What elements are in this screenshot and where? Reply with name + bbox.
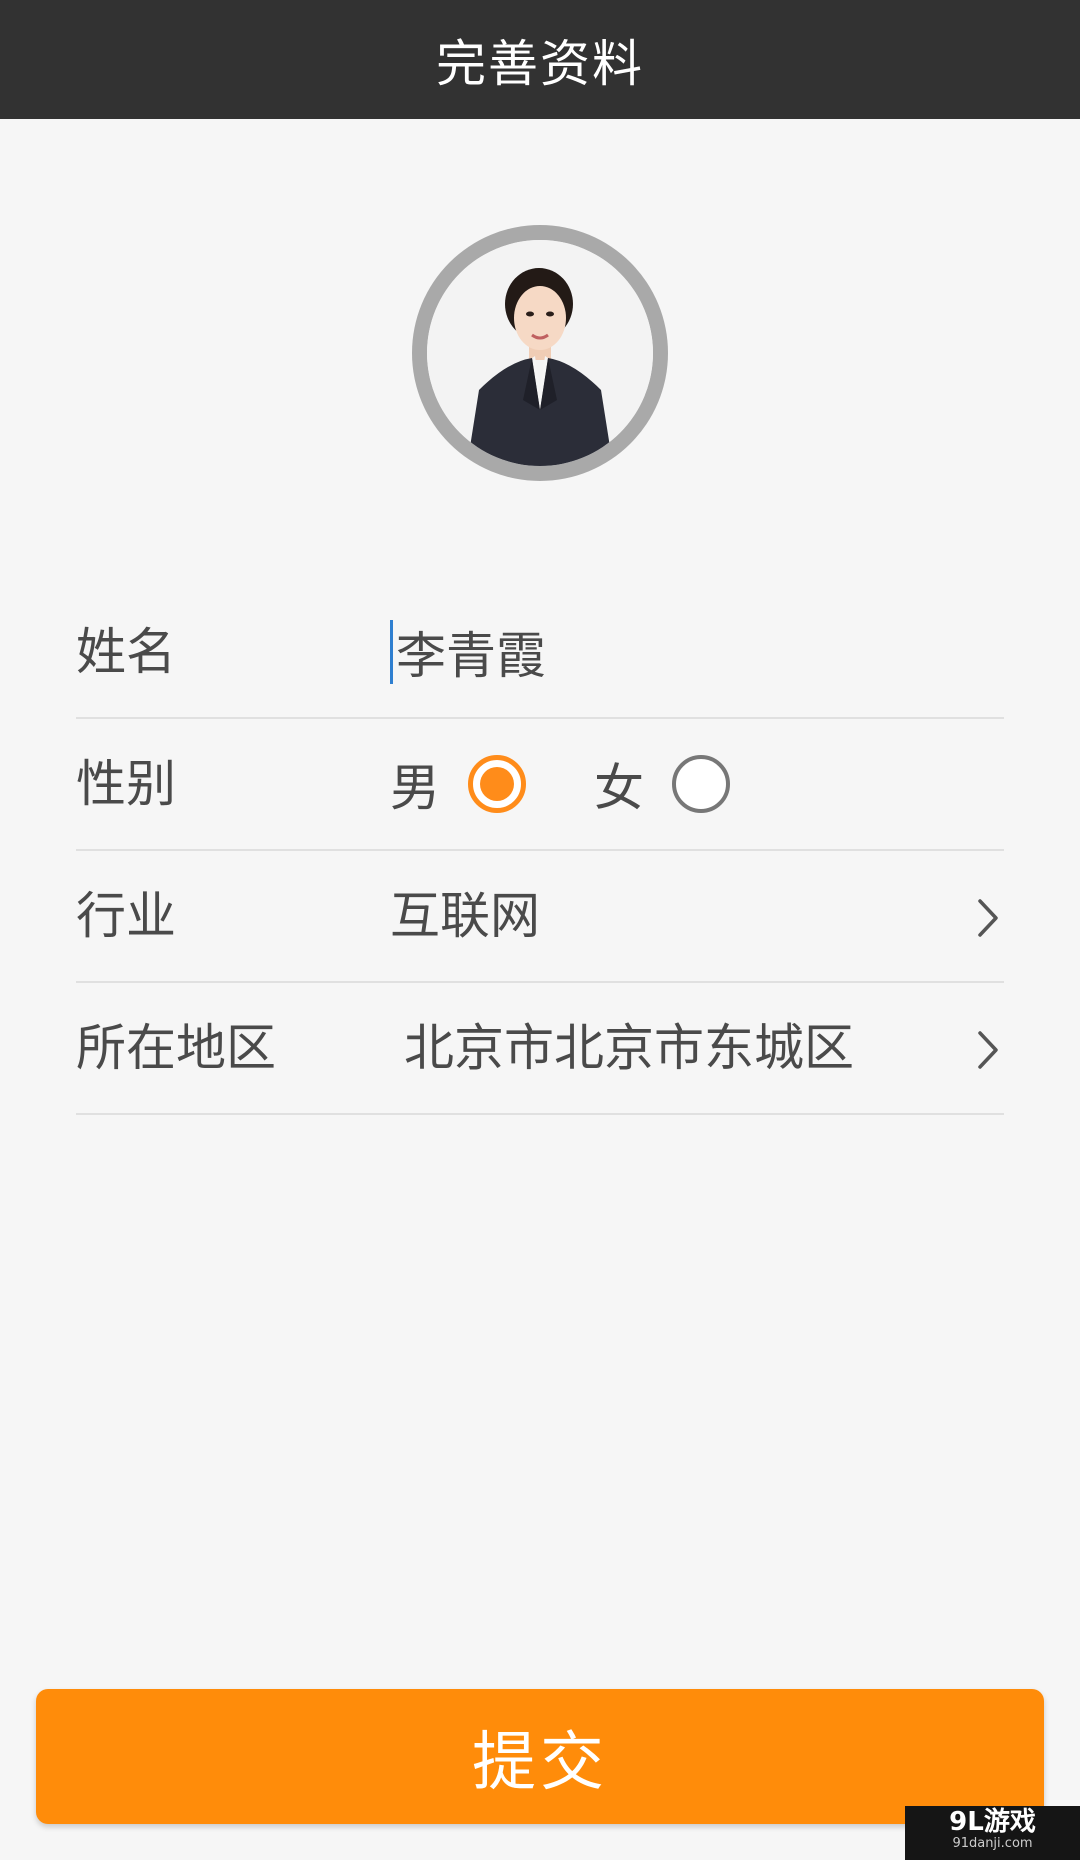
title-bar: 完善资料 [0,0,1080,119]
name-row: 姓名 [76,587,1004,719]
gender-male-radio[interactable] [468,755,526,813]
gender-option-male[interactable]: 男 [390,719,526,849]
gender-male-label: 男 [390,759,440,817]
industry-value: 互联网 [390,887,540,945]
avatar-photo [427,240,653,466]
watermark-url: 91danji.com [952,1836,1033,1851]
submit-button[interactable]: 提交 [36,1689,1044,1824]
text-cursor [390,620,393,684]
region-label: 所在地区 [76,1019,276,1077]
region-value: 北京市北京市东城区 [404,1019,854,1077]
industry-row[interactable]: 行业 互联网 [76,851,1004,983]
gender-row: 性别 男 女 [76,719,1004,851]
gender-female-label: 女 [594,759,644,817]
gender-label: 性别 [76,755,176,813]
watermark-brand: 9L游戏 [949,1807,1036,1837]
profile-form: 姓名 性别 男 女 行业 互联网 所在地区 北京市北京市东城区 [76,587,1004,1115]
person-photo-icon [427,240,653,466]
name-input[interactable] [390,620,950,684]
region-row[interactable]: 所在地区 北京市北京市东城区 [76,983,1004,1115]
chevron-right-icon [978,1031,998,1069]
gender-female-radio[interactable] [672,755,730,813]
chevron-right-icon [978,899,998,937]
gender-option-female[interactable]: 女 [594,719,730,849]
name-label: 姓名 [76,623,176,681]
industry-label: 行业 [76,887,176,945]
avatar[interactable] [412,225,668,481]
page-title: 完善资料 [436,34,644,93]
watermark: 9L游戏 91danji.com [905,1806,1080,1860]
